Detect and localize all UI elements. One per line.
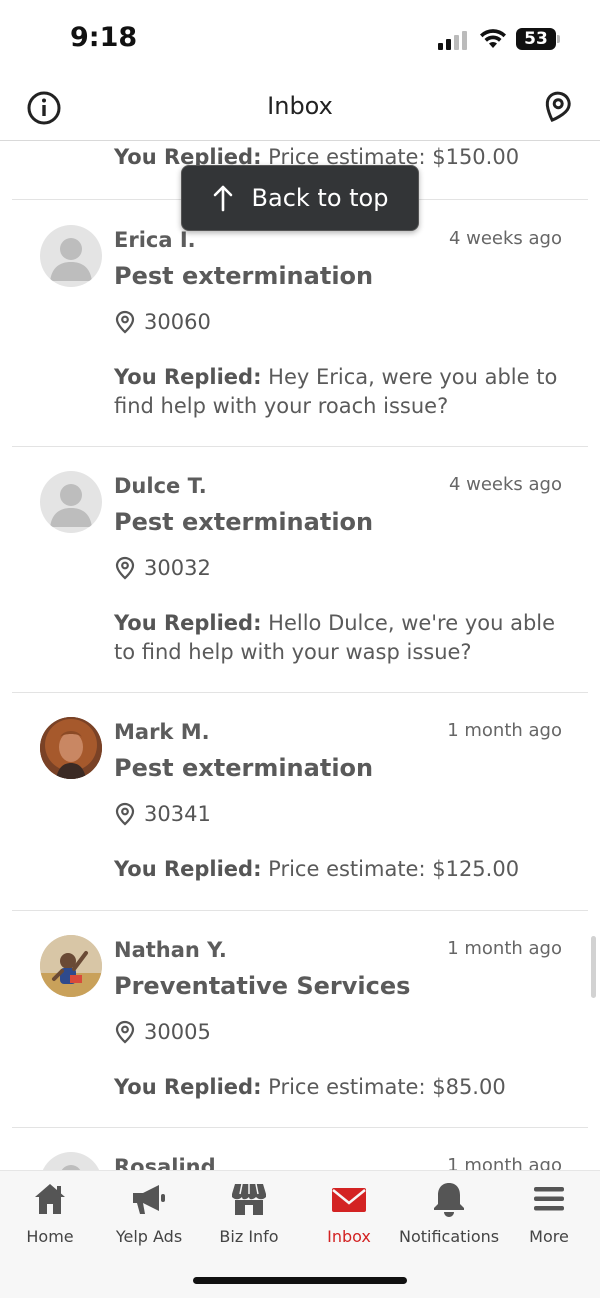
arrow-up-icon [213, 185, 232, 212]
service-title: Preventative Services [114, 972, 411, 1000]
status-bar: 9:18 53 [0, 0, 600, 78]
zip-location: 30032 [114, 556, 211, 580]
location-pin-icon [115, 802, 135, 826]
home-icon [35, 1184, 65, 1214]
tab-inbox[interactable]: Inbox [299, 1177, 399, 1257]
home-indicator [193, 1277, 407, 1284]
service-title: Pest extermination [114, 262, 374, 290]
envelope-icon [332, 1188, 366, 1212]
back-to-top-button[interactable]: Back to top [181, 165, 419, 231]
location-pin-icon [115, 310, 135, 334]
message-time: 4 weeks ago [448, 474, 562, 495]
avatar [40, 471, 102, 533]
zip-code: 30032 [144, 556, 211, 580]
location-pin-icon [115, 556, 135, 580]
inbox-header: Inbox [0, 78, 600, 141]
page-title: Inbox [267, 92, 333, 120]
avatar [40, 717, 102, 779]
wifi-icon [480, 29, 506, 48]
list-item[interactable]: Erica I. 4 weeks ago Pest extermination … [0, 200, 600, 446]
tab-more[interactable]: More [499, 1177, 599, 1257]
tab-label: Yelp Ads [115, 1227, 183, 1246]
tab-label: Notifications [399, 1227, 500, 1246]
reply-preview: You Replied: Hello Dulce, we're you able… [114, 611, 556, 664]
service-title: Pest extermination [114, 754, 374, 782]
location-pin-icon[interactable] [538, 88, 576, 126]
scrollbar-thumb[interactable] [591, 936, 596, 998]
service-title: Pest extermination [114, 508, 374, 536]
zip-location: 30060 [114, 310, 211, 334]
battery-cap [557, 35, 560, 43]
menu-icon [534, 1187, 564, 1211]
status-time: 9:18 [70, 22, 138, 53]
megaphone-icon [133, 1185, 165, 1214]
message-list[interactable]: You Replied: Price estimate: $150.00 Eri… [0, 141, 600, 1171]
zip-location: 30341 [114, 802, 211, 826]
sender-name: Rosalind [114, 1155, 216, 1171]
zip-location: 30005 [114, 1020, 211, 1044]
tab-notifications[interactable]: Notifications [399, 1177, 499, 1257]
message-time: 1 month ago [447, 938, 562, 959]
message-time: 4 weeks ago [448, 228, 562, 249]
tab-label: Home [26, 1227, 74, 1246]
back-to-top-label: Back to top [251, 184, 389, 212]
tab-label: Biz Info [219, 1227, 279, 1246]
zip-code: 30060 [144, 310, 211, 334]
zip-code: 30341 [144, 802, 211, 826]
sender-name: Erica I. [114, 228, 196, 252]
reply-preview: You Replied: Hey Erica, were you able to… [114, 365, 558, 418]
list-item[interactable]: Rosalind 1 month ago [0, 1128, 600, 1171]
battery-icon: 53 [516, 28, 556, 50]
message-time: 1 month ago [447, 720, 562, 741]
reply-preview: You Replied: Price estimate: $85.00 [114, 1075, 506, 1099]
bell-icon [434, 1183, 464, 1217]
list-item[interactable]: Nathan Y. 1 month ago Preventative Servi… [0, 911, 600, 1128]
avatar [40, 1152, 102, 1171]
tab-label: Inbox [327, 1227, 371, 1246]
zip-code: 30005 [144, 1020, 211, 1044]
avatar [40, 225, 102, 287]
sender-name: Dulce T. [114, 474, 207, 498]
location-pin-icon [115, 1020, 135, 1044]
cellular-signal-icon [438, 30, 470, 50]
storefront-icon [232, 1183, 266, 1215]
sender-name: Mark M. [114, 720, 210, 744]
reply-preview: You Replied: Price estimate: $125.00 [114, 857, 520, 881]
sender-name: Nathan Y. [114, 938, 227, 962]
list-item[interactable]: Mark M. 1 month ago Pest extermination 3… [0, 693, 600, 910]
avatar [40, 935, 102, 997]
tab-home[interactable]: Home [0, 1177, 100, 1257]
tab-label: More [529, 1227, 569, 1246]
message-time: 1 month ago [447, 1155, 562, 1171]
list-item[interactable]: Dulce T. 4 weeks ago Pest extermination … [0, 447, 600, 693]
tab-yelp-ads[interactable]: Yelp Ads [99, 1177, 199, 1257]
tab-biz-info[interactable]: Biz Info [199, 1177, 299, 1257]
